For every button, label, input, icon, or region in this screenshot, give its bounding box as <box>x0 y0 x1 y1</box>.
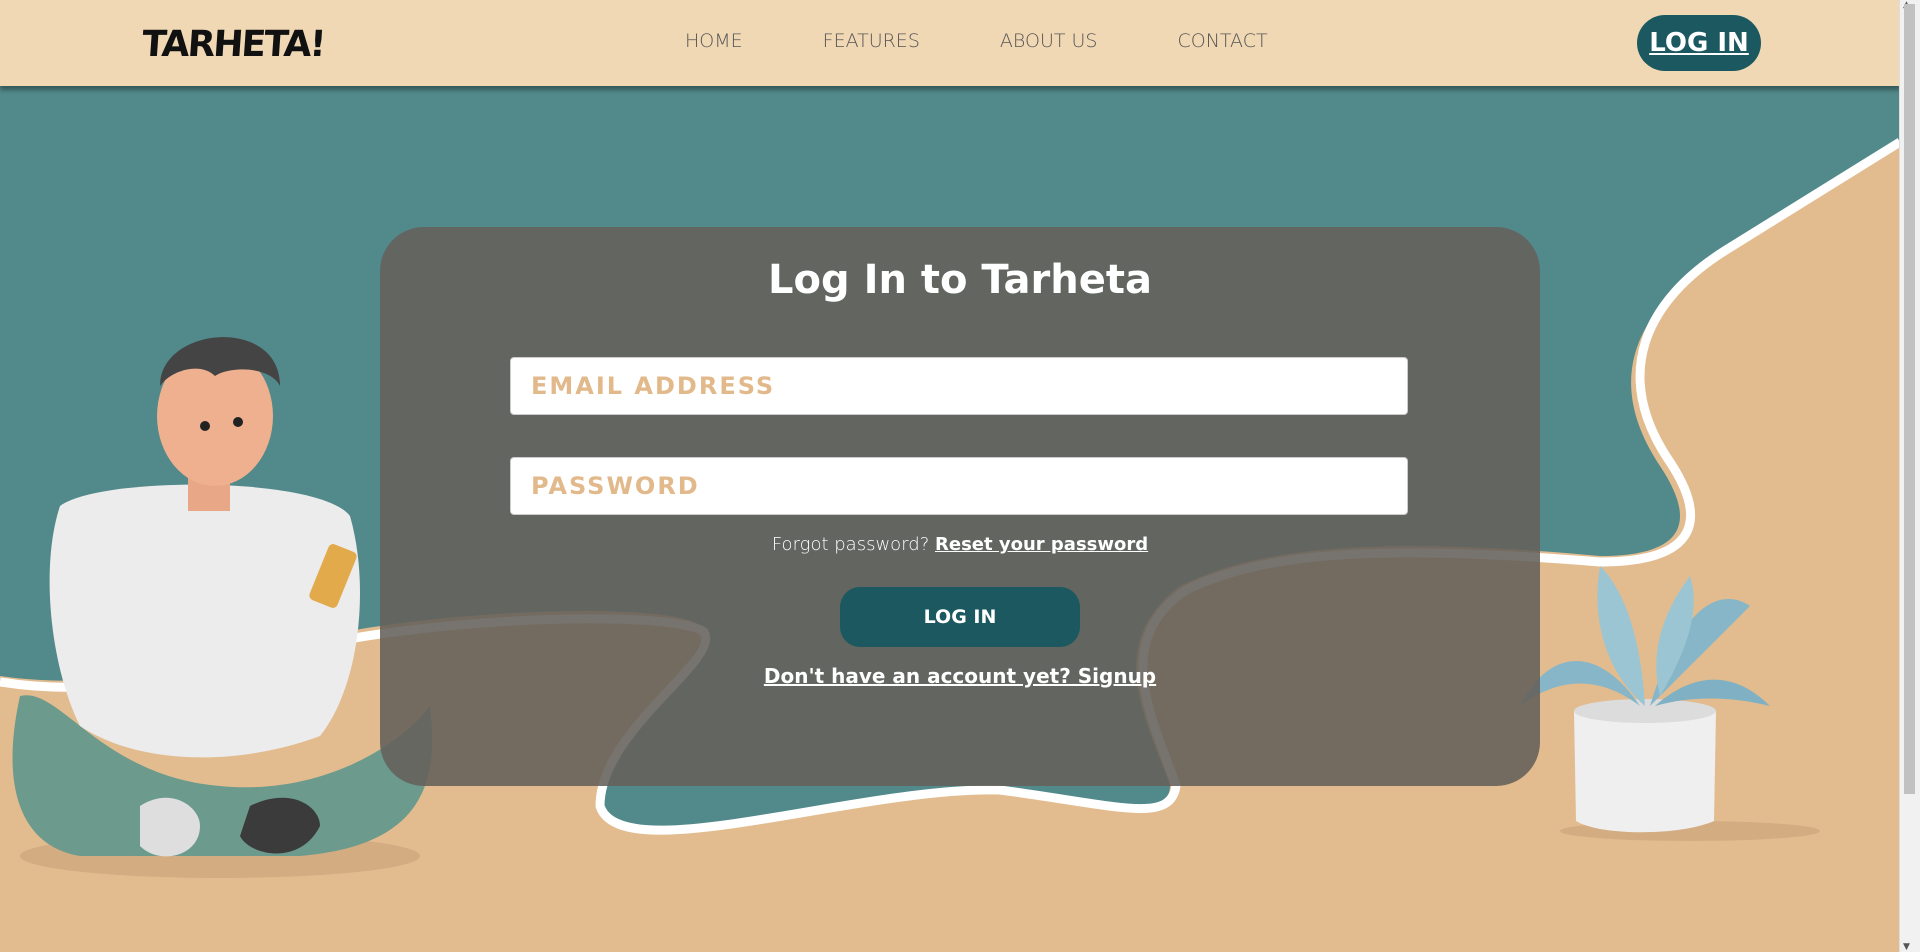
signup-row: Don't have an account yet? Signup <box>380 664 1540 688</box>
nav-contact[interactable]: CONTACT <box>1177 30 1267 52</box>
signup-link[interactable]: Don't have an account yet? Signup <box>764 664 1156 688</box>
login-title: Log In to Tarheta <box>768 257 1152 303</box>
nav-features[interactable]: FEATURES <box>823 30 920 52</box>
scroll-down-icon[interactable]: ▼ <box>1903 942 1910 952</box>
header-login-button[interactable]: LOG IN <box>1637 15 1761 71</box>
nav-home[interactable]: HOME <box>685 30 743 52</box>
page-scrollbar[interactable]: ▲ ▼ <box>1899 0 1920 952</box>
brand-logo[interactable]: TARHETA! <box>141 24 326 65</box>
top-navbar: TARHETA! HOME FEATURES ABOUT US CONTACT … <box>0 0 1900 86</box>
scroll-thumb[interactable] <box>1904 4 1915 794</box>
main-nav: HOME FEATURES ABOUT US CONTACT <box>685 30 1348 52</box>
email-input[interactable] <box>510 357 1408 415</box>
login-submit-button[interactable]: LOG IN <box>840 587 1080 647</box>
forgot-password-row: Forgot password? Reset your password <box>380 534 1540 555</box>
reset-password-link[interactable]: Reset your password <box>935 534 1148 555</box>
forgot-password-text: Forgot password? <box>771 534 930 555</box>
login-card: Log In to Tarheta Forgot password? Reset… <box>380 227 1540 786</box>
password-input[interactable] <box>510 457 1408 515</box>
nav-about-us[interactable]: ABOUT US <box>1000 30 1098 52</box>
